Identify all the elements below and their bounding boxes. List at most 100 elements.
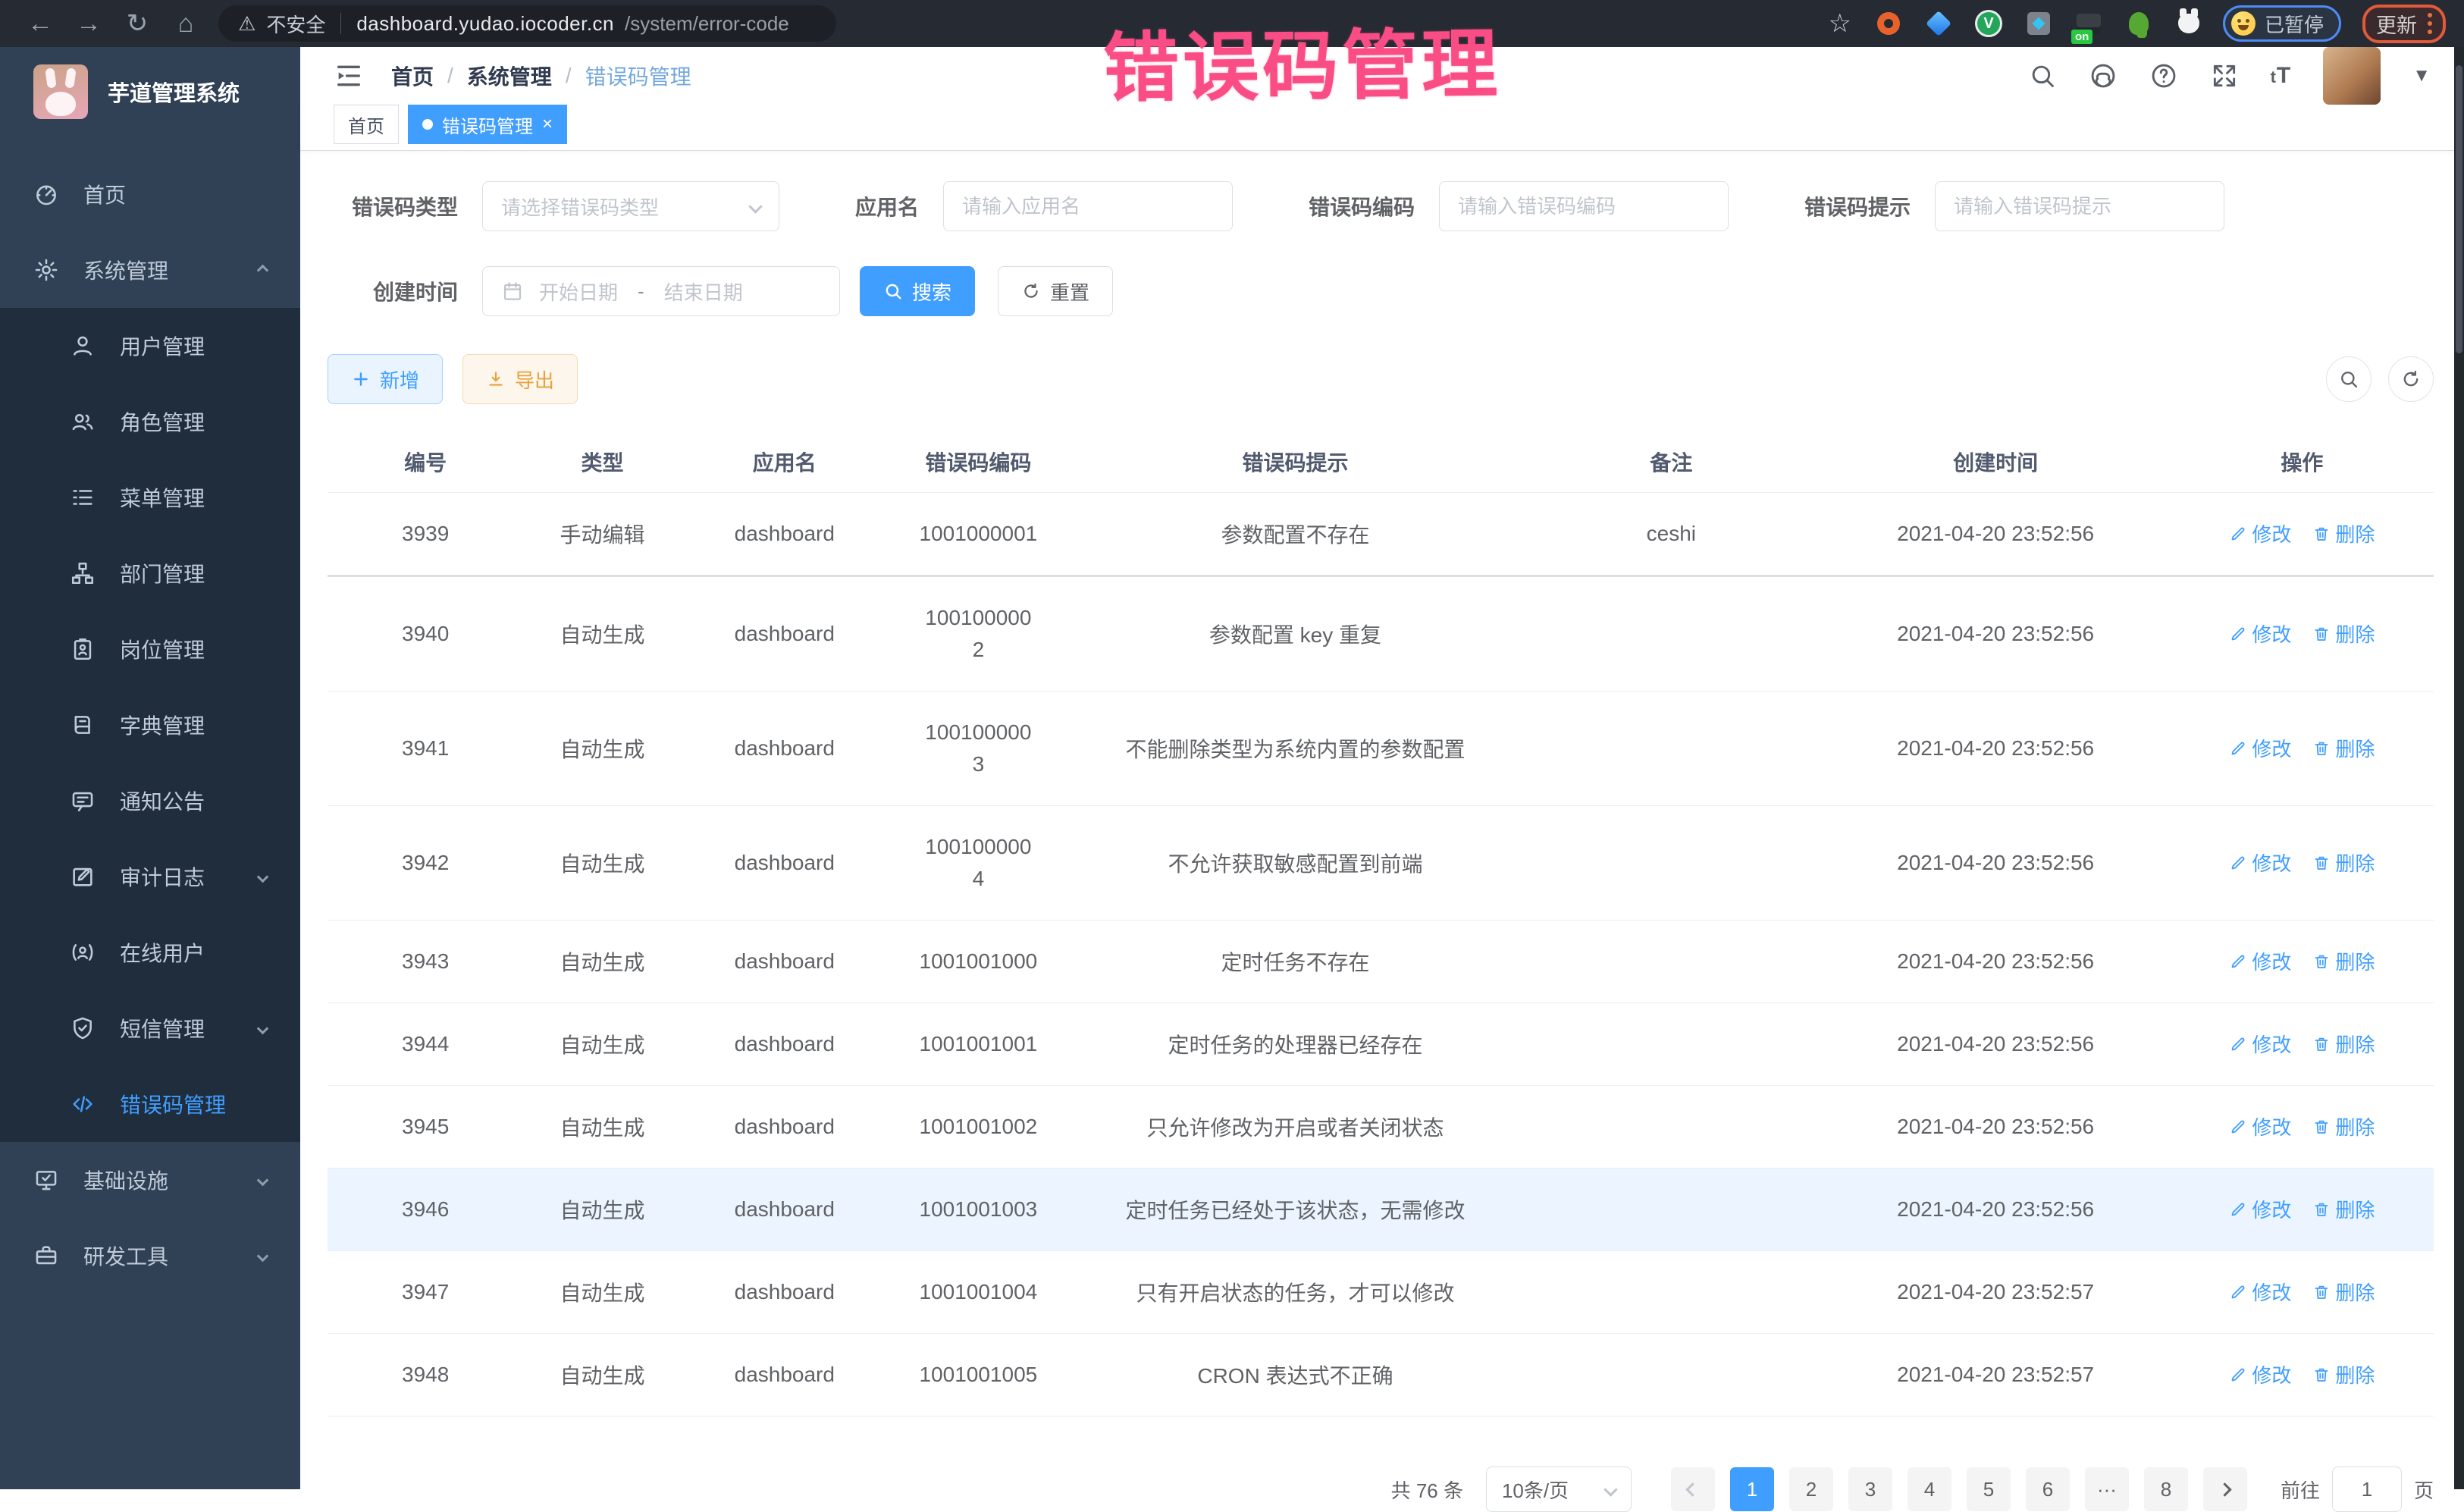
badge-icon (70, 636, 96, 662)
tab-错误码管理[interactable]: 错误码管理× (408, 105, 567, 144)
scrollbar[interactable] (2454, 47, 2464, 1489)
extension-blue-gem-icon[interactable] (1924, 9, 1953, 38)
sidebar-item-post[interactable]: 岗位管理 (0, 611, 300, 687)
bookmark-star-icon[interactable]: ☆ (1829, 8, 1851, 39)
delete-link[interactable]: 删除 (2312, 1195, 2375, 1223)
delete-link[interactable]: 删除 (2312, 947, 2375, 975)
cell-remark (1522, 921, 1820, 1003)
export-button[interactable]: 导出 (462, 354, 578, 404)
app-name-input[interactable] (943, 181, 1233, 231)
page-button-6[interactable]: 6 (2026, 1467, 2070, 1511)
scrollbar-thumb[interactable] (2456, 65, 2462, 353)
goto-page-input[interactable] (2332, 1467, 2402, 1512)
extension-green-key-icon[interactable] (2124, 9, 2153, 38)
delete-link[interactable]: 删除 (2312, 519, 2375, 547)
page-button-1[interactable]: 1 (1730, 1467, 1774, 1511)
browser-toolbar: ←→↻⌂ ⚠ 不安全 dashboard.yudao.iocoder.cn/sy… (0, 0, 2464, 47)
refresh-table-button[interactable] (2388, 356, 2434, 402)
question-button[interactable] (2149, 61, 2178, 90)
filter-error-hint: 错误码提示 (1804, 181, 2224, 231)
page-size-select[interactable]: 10条/页 (1486, 1467, 1632, 1512)
tab-首页[interactable]: 首页 (334, 105, 399, 144)
error-code-input[interactable] (1439, 181, 1729, 231)
column-header: 类型 (523, 431, 681, 493)
sidebar-item-tools[interactable]: 研发工具 (0, 1218, 300, 1294)
paused-badge[interactable]: 已暂停 (2223, 5, 2341, 42)
tab-label: 首页 (348, 111, 384, 138)
search-button[interactable]: 搜索 (860, 266, 975, 316)
edit-link[interactable]: 修改 (2229, 1278, 2291, 1306)
forward-icon[interactable]: → (67, 5, 111, 42)
avatar[interactable] (2323, 47, 2381, 105)
edit-link[interactable]: 修改 (2229, 734, 2291, 762)
page-button-···[interactable]: ··· (2085, 1467, 2129, 1511)
sidebar-item-sms[interactable]: 短信管理 (0, 990, 300, 1066)
page-button-8[interactable]: 8 (2144, 1467, 2188, 1511)
home-icon[interactable]: ⌂ (164, 5, 208, 42)
delete-link[interactable]: 删除 (2312, 1360, 2375, 1388)
page-button-2[interactable]: 2 (1789, 1467, 1833, 1511)
page-button-5[interactable]: 5 (1967, 1467, 2011, 1511)
edit-link[interactable]: 修改 (2229, 1195, 2291, 1223)
active-dot-icon (422, 119, 433, 130)
extension-grid-diamond-icon[interactable] (2024, 9, 2053, 38)
sidebar-item-dept[interactable]: 部门管理 (0, 535, 300, 611)
breadcrumb-item[interactable]: 系统管理 (467, 61, 552, 91)
sidebar-item-errcode[interactable]: 错误码管理 (0, 1066, 300, 1142)
app-logo[interactable]: 芋道管理系统 (0, 47, 300, 136)
edit-link[interactable]: 修改 (2229, 947, 2291, 975)
breadcrumb-item[interactable]: 首页 (391, 61, 434, 91)
back-icon[interactable]: ← (18, 5, 62, 42)
sidebar-item-role[interactable]: 角色管理 (0, 384, 300, 460)
sidebar-item-menu[interactable]: 菜单管理 (0, 460, 300, 535)
extension-green-v-icon[interactable]: V (1974, 9, 2003, 38)
edit-link[interactable]: 修改 (2229, 1112, 2291, 1140)
delete-link[interactable]: 删除 (2312, 734, 2375, 762)
browser-update-button[interactable]: 更新 (2362, 5, 2446, 43)
cell-actions: 修改删除 (2171, 493, 2434, 576)
sidebar-item-home[interactable]: 首页 (0, 156, 300, 232)
chevron-down-icon[interactable]: ▼ (2412, 65, 2431, 86)
search-button[interactable] (2028, 61, 2057, 90)
page-button-4[interactable]: 4 (1908, 1467, 1951, 1511)
edit-link[interactable]: 修改 (2229, 1030, 2291, 1058)
address-bar[interactable]: ⚠ 不安全 dashboard.yudao.iocoder.cn/system/… (218, 5, 836, 42)
edit-link[interactable]: 修改 (2229, 1360, 2291, 1388)
delete-link[interactable]: 删除 (2312, 849, 2375, 877)
browser-menu-icon[interactable] (2428, 13, 2432, 34)
delete-link[interactable]: 删除 (2312, 1030, 2375, 1058)
sidebar-item-infra[interactable]: 基础设施 (0, 1142, 300, 1218)
next-page-button[interactable] (2203, 1467, 2247, 1511)
page-button-3[interactable]: 3 (1848, 1467, 1892, 1511)
edit-link[interactable]: 修改 (2229, 620, 2291, 648)
sidebar-item-user[interactable]: 用户管理 (0, 308, 300, 384)
delete-link[interactable]: 删除 (2312, 1278, 2375, 1306)
fullscreen-button[interactable] (2210, 61, 2239, 90)
hamburger-icon[interactable] (334, 61, 364, 91)
toggle-search-button[interactable] (2326, 356, 2372, 402)
close-icon[interactable]: × (542, 115, 553, 133)
extension-orange-ring-icon[interactable] (1874, 9, 1903, 38)
reset-button[interactable]: 重置 (998, 266, 1113, 316)
date-range-picker[interactable]: 开始日期 - 结束日期 (482, 266, 840, 316)
error-hint-input[interactable] (1935, 181, 2224, 231)
reload-icon[interactable]: ↻ (115, 5, 159, 42)
add-button[interactable]: 新增 (328, 354, 443, 404)
github-button[interactable] (2089, 61, 2118, 90)
prev-page-button[interactable] (1671, 1467, 1715, 1511)
edit-link[interactable]: 修改 (2229, 519, 2291, 547)
sidebar-item-system[interactable]: 系统管理 (0, 232, 300, 308)
extension-white-animal-icon[interactable] (2174, 9, 2203, 38)
font-size-icon[interactable]: tT (2271, 63, 2292, 89)
delete-link[interactable]: 删除 (2312, 1112, 2375, 1140)
sidebar-item-audit[interactable]: 审计日志 (0, 839, 300, 914)
extension-on-badge-icon[interactable]: on (2074, 9, 2103, 38)
sidebar-item-dict[interactable]: 字典管理 (0, 687, 300, 763)
edit-pen-icon (2229, 1200, 2247, 1219)
error-type-select[interactable]: 请选择错误码类型 (482, 181, 779, 231)
edit-link[interactable]: 修改 (2229, 849, 2291, 877)
sidebar-item-notice[interactable]: 通知公告 (0, 763, 300, 839)
breadcrumb-item[interactable]: 错误码管理 (585, 61, 691, 91)
delete-link[interactable]: 删除 (2312, 620, 2375, 648)
sidebar-item-online[interactable]: 在线用户 (0, 914, 300, 990)
